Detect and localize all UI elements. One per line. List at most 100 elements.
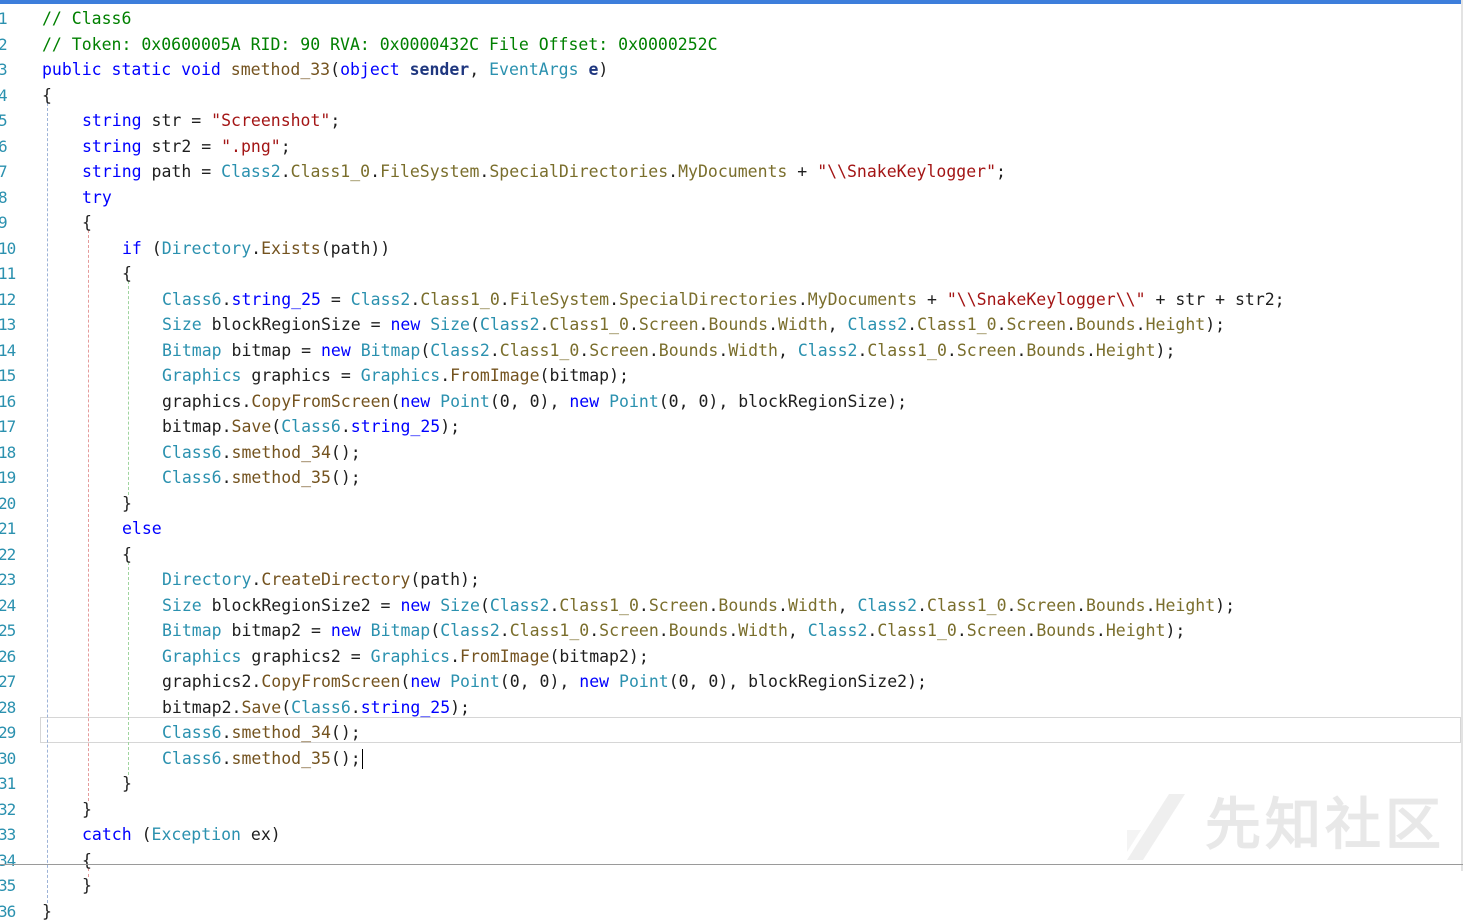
code-line[interactable]: 6 string str2 = ".png"; — [0, 134, 1461, 159]
code-line[interactable]: 18 Class6.smethod_34(); — [0, 440, 1461, 465]
code-line[interactable]: 14 Bitmap bitmap = new Bitmap(Class2.Clas… — [0, 338, 1461, 363]
code-line[interactable]: 9{ — [0, 210, 1461, 235]
code-token: smethod_35 — [231, 748, 331, 768]
code-line[interactable]: 24 Size blockRegionSize2 = new Size(Class… — [0, 593, 1461, 618]
code-text: graphics2.CopyFromScreen(new Point(0, 0)… — [162, 669, 927, 694]
code-line[interactable]: 21 else — [0, 516, 1461, 541]
code-token: Class1_0 — [867, 340, 947, 360]
code-token: . — [996, 315, 1007, 334]
line-number: 4 — [0, 85, 8, 105]
code-line[interactable]: 7 string path = Class2.Class1_0.FileSyste… — [0, 159, 1461, 184]
code-token: (bitmap); — [539, 366, 629, 385]
code-line[interactable]: 13 Size blockRegionSize = new Size(Class2… — [0, 312, 1461, 337]
code-token: Directory — [161, 238, 252, 258]
line-number: 34 — [0, 850, 16, 870]
code-editor[interactable]: 1 // Class6 2 // Token: 0x0600005A RID: 90 … — [0, 4, 1461, 921]
code-token: . — [698, 315, 709, 334]
code-token: . — [1006, 595, 1017, 615]
code-token: . — [440, 366, 451, 385]
code-line[interactable]: 26 Graphics graphics2 = Graphics.FromImag… — [0, 644, 1461, 669]
code-line[interactable]: 29 Class6.smethod_34(); — [0, 720, 1461, 745]
code-line[interactable]: 25 Bitmap bitmap2 = new Bitmap(Class2.Cla… — [0, 618, 1461, 643]
code-line[interactable]: 4{ — [0, 83, 1461, 108]
code-token: public — [42, 60, 102, 79]
code-line[interactable]: 19 Class6.smethod_35(); — [0, 465, 1461, 490]
code-text: Graphics graphics = Graphics.FromImage(b… — [162, 363, 629, 388]
code-text: { — [122, 261, 132, 286]
code-text: } — [42, 899, 52, 924]
line-number: 1 — [0, 9, 8, 28]
code-token: bitmap2. — [162, 697, 242, 717]
code-token: . — [221, 748, 232, 768]
code-token: . — [946, 340, 957, 360]
code-token: SpecialDirectories — [619, 289, 798, 309]
code-token: Class6 — [162, 748, 222, 768]
code-token: . — [370, 162, 381, 181]
code-text: Size blockRegionSize2 = new Size(Class2.… — [162, 593, 1235, 618]
code-line[interactable]: 15 Graphics graphics = Graphics.FromImage… — [0, 363, 1461, 388]
code-token: . — [1085, 340, 1096, 360]
code-line[interactable]: 28 bitmap2.Save(Class6.string_25); — [0, 695, 1461, 720]
code-token: . — [907, 315, 918, 334]
code-token: ); — [1205, 315, 1226, 334]
code-line[interactable]: 22 { — [0, 542, 1461, 567]
code-text: graphics.CopyFromScreen(new Point(0, 0),… — [162, 389, 907, 414]
code-line[interactable]: 20} — [0, 491, 1461, 516]
code-line[interactable]: 17 bitmap.Save(Class6.string_25); — [0, 414, 1461, 439]
code-token: Width — [778, 315, 828, 334]
code-line[interactable]: 3 public static void smethod_33(object se… — [0, 57, 1461, 82]
code-token: Class1_0 — [509, 621, 590, 640]
code-token: , — [777, 340, 798, 360]
code-token: Bitmap — [370, 621, 431, 640]
code-token: Class2 — [350, 289, 411, 309]
xianzhi-logo-icon — [1127, 794, 1185, 860]
code-line[interactable]: 27 graphics2.CopyFromScreen(new Point(0, … — [0, 669, 1461, 694]
code-token: ; — [996, 162, 1006, 181]
code-line[interactable]: 11 { — [0, 261, 1461, 286]
code-token: Class1_0 — [877, 621, 957, 640]
code-line[interactable]: 16 graphics.CopyFromScreen(new Point(0, 0… — [0, 389, 1461, 414]
code-line[interactable]: 35} — [0, 873, 1461, 898]
code-token: Height — [1105, 621, 1166, 640]
code-token: ) — [598, 60, 609, 79]
code-token: . — [1095, 621, 1106, 640]
code-line[interactable]: 30 Class6.smethod_35(); — [0, 746, 1461, 771]
code-token: ; — [330, 111, 341, 130]
code-line[interactable]: 12 Class6.string_25 = Class2.Class1_0.Fil… — [0, 287, 1461, 312]
code-line[interactable]: 2 // Token: 0x0600005A RID: 90 RVA: 0x000… — [0, 32, 1461, 57]
code-text: public static void smethod_33(object sen… — [42, 57, 608, 82]
code-token: Graphics — [162, 366, 242, 385]
line-number: 30 — [0, 748, 16, 768]
code-token: + — [787, 162, 818, 181]
code-token: Class2 — [857, 595, 918, 615]
line-number: 22 — [0, 544, 16, 564]
code-text: Class6.string_25 = Class2.Class1_0.FileS… — [162, 287, 1285, 312]
code-token: . — [549, 595, 560, 615]
code-text: Class6.smethod_35(); — [162, 746, 363, 771]
code-token: Bounds — [718, 595, 778, 615]
code-token: Bitmap — [162, 621, 222, 640]
code-token: "\\SnakeKeylogger\\" — [946, 289, 1146, 309]
line-number: 12 — [0, 289, 16, 309]
code-token: FileSystem — [509, 289, 610, 309]
code-token: Save — [231, 417, 272, 436]
code-line[interactable]: 36} — [0, 899, 1461, 924]
code-line[interactable]: 8 try — [0, 185, 1461, 210]
line-number: 15 — [0, 366, 16, 385]
code-token: . — [1026, 621, 1037, 640]
code-text: catch (Exception ex) — [82, 822, 281, 847]
code-line[interactable]: 10 if (Directory.Exists(path)) — [0, 236, 1461, 261]
code-token: . — [648, 340, 659, 360]
code-line[interactable]: 23 Directory.CreateDirectory(path); — [0, 567, 1461, 592]
code-line[interactable]: 5 string str = "Screenshot"; — [0, 108, 1461, 133]
code-token: Class1_0 — [420, 289, 500, 309]
line-number: 19 — [0, 468, 16, 487]
code-token: new — [569, 391, 600, 411]
code-token: Screen — [599, 621, 659, 640]
code-line[interactable]: 1 // Class6 — [0, 6, 1461, 31]
code-token: ( — [141, 238, 162, 258]
code-token: Bounds — [708, 315, 769, 334]
code-token: Screen — [1006, 315, 1067, 334]
